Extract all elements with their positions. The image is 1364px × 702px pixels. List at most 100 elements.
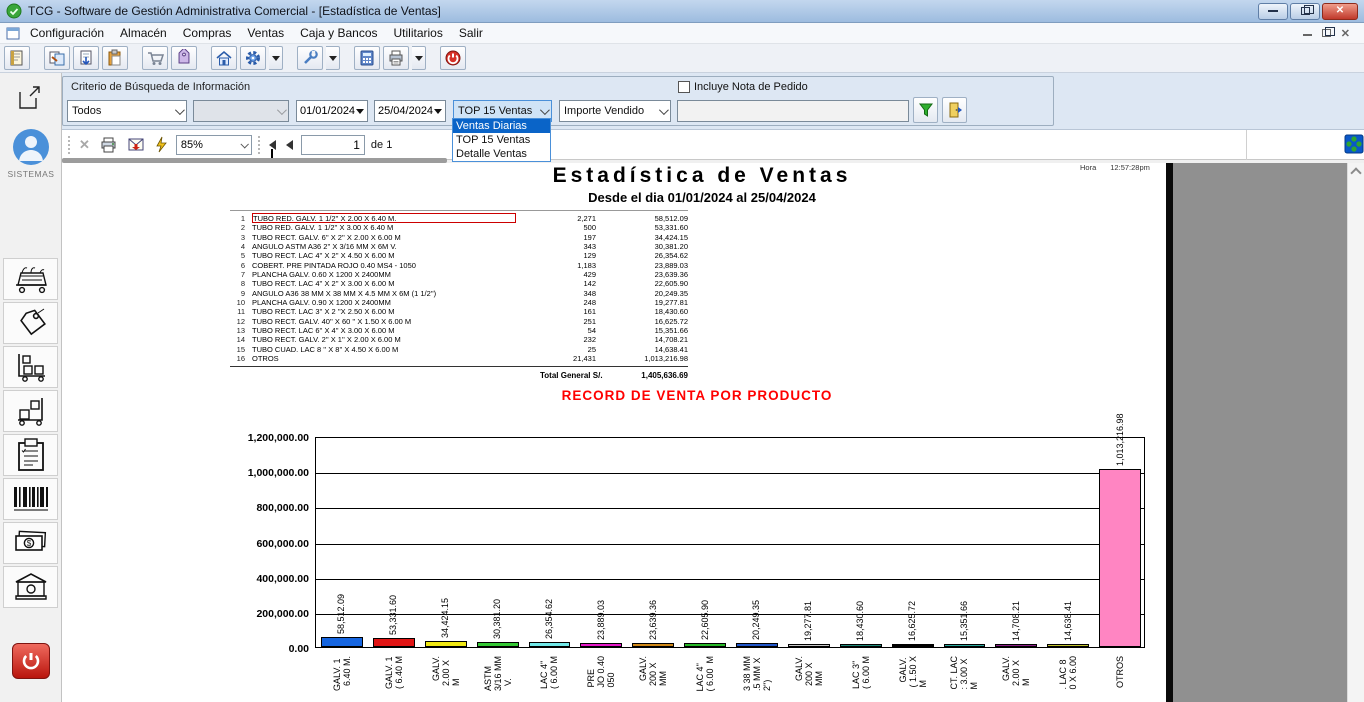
- bar-value-label: 20,249.35: [752, 600, 761, 640]
- restore-button[interactable]: [1290, 3, 1320, 20]
- full-cart-icon: [12, 262, 50, 296]
- total-value: 1,405,636.69: [641, 371, 688, 380]
- sidebar-power-button[interactable]: [12, 643, 50, 679]
- chevron-down-icon: [240, 140, 248, 148]
- chevron-down-icon: [659, 105, 669, 115]
- minimize-button[interactable]: [1258, 3, 1288, 20]
- exit-panel-button[interactable]: [942, 97, 967, 123]
- bar: [632, 643, 674, 647]
- x-axis-tick-label: PRE JO 0.40 050: [586, 656, 616, 688]
- close-report-button[interactable]: ✕: [77, 136, 92, 153]
- menu-item-almacen[interactable]: Almacén: [112, 24, 175, 42]
- print-report-button[interactable]: [98, 135, 119, 155]
- sidebar-barcode-button[interactable]: [3, 478, 58, 520]
- gridline: [316, 508, 1144, 509]
- bar: [736, 643, 778, 647]
- transfer-docs-button[interactable]: [44, 46, 70, 70]
- table-row: 2TUBO RED. GALV. 1 1/2'' X 3.00 X 6.40 M…: [230, 223, 688, 232]
- settings-dropdown-arrow[interactable]: [269, 46, 283, 70]
- expand-button[interactable]: [12, 81, 48, 117]
- cell-num: 7: [230, 270, 252, 279]
- sidebar-sales-cart-button[interactable]: [3, 258, 58, 300]
- menu-bar: ConfiguraciónAlmacénComprasVentasCaja y …: [0, 23, 1364, 44]
- report-subtitle: Desde el dia 01/01/2024 al 25/04/2024: [402, 190, 1002, 205]
- x-axis-tick-label: LAC 4'' ( 6.00 M: [695, 656, 715, 692]
- sidebar-cash-button[interactable]: $: [3, 522, 58, 564]
- open-form-button[interactable]: [4, 46, 30, 70]
- filter-text-input[interactable]: [677, 100, 909, 122]
- page-number-input[interactable]: [301, 135, 365, 155]
- x-axis-tick-label: GALV. 200 X MM: [638, 656, 668, 686]
- export-report-button[interactable]: [125, 135, 147, 154]
- mdi-restore-icon[interactable]: [1322, 29, 1331, 37]
- tag-button[interactable]: [171, 46, 197, 70]
- printer-icon: [100, 137, 117, 153]
- mdi-close-icon[interactable]: ✕: [1341, 27, 1350, 40]
- cell-amt: 15,351.66: [596, 326, 688, 335]
- page-edge: [1166, 163, 1173, 702]
- print-button[interactable]: [383, 46, 409, 70]
- menu-item-utilitarios[interactable]: Utilitarios: [386, 24, 451, 42]
- date-to-picker[interactable]: 25/04/2024: [374, 100, 446, 122]
- menu-item-caja-y-bancos[interactable]: Caja y Bancos: [292, 24, 385, 42]
- cell-amt: 34,424.15: [596, 233, 688, 242]
- apply-filter-button[interactable]: [913, 97, 938, 123]
- toolbar-divider: [1246, 130, 1247, 160]
- date-to-value: 25/04/2024: [378, 105, 433, 117]
- expand-icon: [14, 82, 46, 114]
- include-order-note-checkbox[interactable]: [678, 81, 690, 93]
- cell-qty: 251: [516, 317, 596, 326]
- sidebar-dispatch-button[interactable]: [3, 390, 58, 432]
- shopping-cart-icon: [146, 49, 164, 67]
- import-doc-button[interactable]: [73, 46, 99, 70]
- print-dropdown-arrow[interactable]: [412, 46, 426, 70]
- sidebar-bank-button[interactable]: [3, 566, 58, 608]
- cart-button[interactable]: [142, 46, 168, 70]
- table-row: 6COBERT. PRE PINTADA ROJO 0.40 MS4 - 105…: [230, 261, 688, 270]
- cell-num: 15: [230, 345, 252, 354]
- secondary-select[interactable]: [193, 100, 289, 122]
- lightning-icon: [155, 136, 168, 153]
- shutdown-button[interactable]: [440, 46, 466, 70]
- date-from-picker[interactable]: 01/01/2024: [296, 100, 368, 122]
- settings-button[interactable]: [240, 46, 266, 70]
- dropdown-option-ventas-diarias[interactable]: Ventas Diarias: [453, 119, 550, 133]
- calculator-button[interactable]: [354, 46, 380, 70]
- bar-value-label: 23,889.03: [597, 600, 606, 640]
- home-button[interactable]: [211, 46, 237, 70]
- mdi-minimize-icon[interactable]: [1303, 30, 1312, 36]
- tools-button[interactable]: [297, 46, 323, 70]
- metric-value: Importe Vendido: [564, 105, 644, 117]
- table-row: 14TUBO RECT. GALV. 2'' X 1'' X 2.00 X 6.…: [230, 335, 688, 344]
- cell-qty: 25: [516, 345, 596, 354]
- prev-page-button[interactable]: [284, 138, 295, 152]
- menu-item-salir[interactable]: Salir: [451, 24, 491, 42]
- sidebar-stock-button[interactable]: [3, 346, 58, 388]
- menu-item-compras[interactable]: Compras: [175, 24, 240, 42]
- close-button[interactable]: ✕: [1322, 3, 1358, 20]
- cell-qty: 429: [516, 270, 596, 279]
- scope-select[interactable]: Todos: [67, 100, 187, 122]
- refresh-data-button[interactable]: [153, 134, 170, 155]
- sidebar-orders-button[interactable]: [3, 434, 58, 476]
- cell-num: 4: [230, 242, 252, 251]
- bar: [321, 637, 363, 647]
- scroll-up-icon[interactable]: [1350, 167, 1361, 178]
- tools-dropdown-arrow[interactable]: [326, 46, 340, 70]
- menu-item-configuracion[interactable]: Configuración: [22, 24, 112, 42]
- dropdown-option-detalle-ventas[interactable]: Detalle Ventas: [453, 147, 550, 161]
- zoom-select[interactable]: 85%: [176, 135, 252, 155]
- total-label: Total General S/.: [540, 371, 603, 380]
- dropdown-option-top-15-ventas[interactable]: TOP 15 Ventas: [453, 133, 550, 147]
- y-axis-tick-label: 400,000.00: [256, 573, 309, 585]
- paste-button[interactable]: [102, 46, 128, 70]
- vertical-scrollbar[interactable]: [1347, 163, 1364, 702]
- cell-qty: 232: [516, 335, 596, 344]
- menu-item-ventas[interactable]: Ventas: [239, 24, 292, 42]
- first-page-button[interactable]: [267, 138, 278, 152]
- open-form-icon: [8, 49, 26, 67]
- metric-select[interactable]: Importe Vendido: [559, 100, 671, 122]
- cell-qty: 54: [516, 326, 596, 335]
- cell-num: 6: [230, 261, 252, 270]
- sidebar-prices-button[interactable]: [3, 302, 58, 344]
